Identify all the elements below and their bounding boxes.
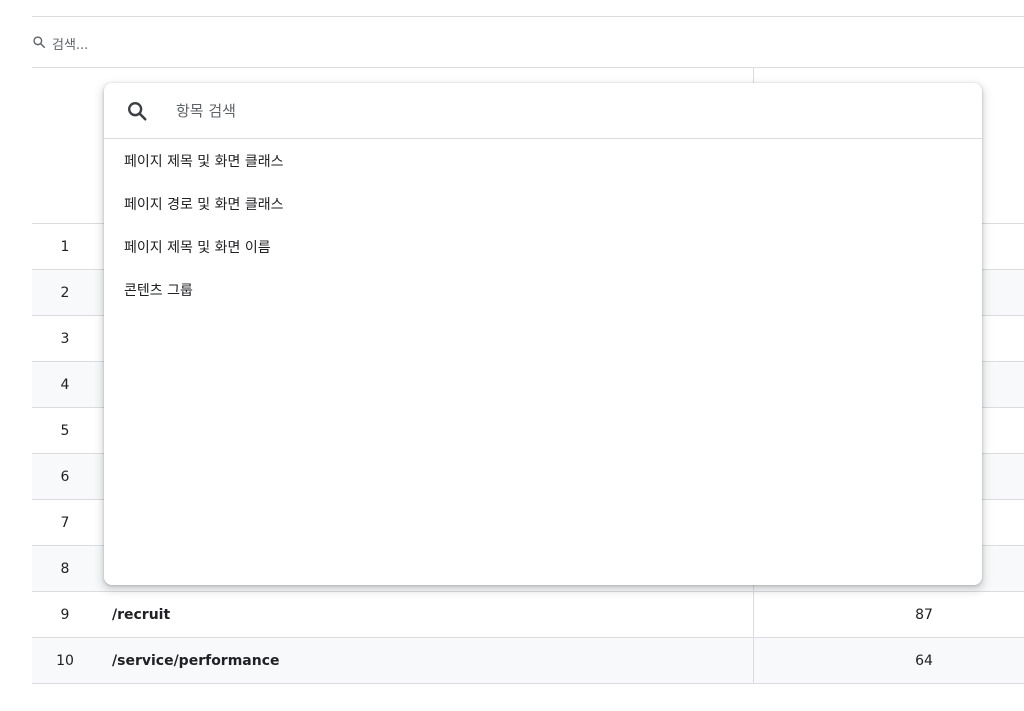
row-rank: 10	[56, 652, 74, 669]
row-rank: 7	[60, 514, 70, 531]
row-path: /service/performance	[112, 652, 280, 669]
table-row[interactable]: 10 /service/performance 64	[32, 638, 1024, 684]
dropdown-item-content-group[interactable]: 콘텐츠 그룹	[104, 270, 982, 313]
row-path: /recruit	[112, 606, 171, 623]
row-rank: 4	[60, 376, 70, 393]
row-rank: 6	[60, 468, 70, 485]
dropdown-item-page-path-screen-class[interactable]: 페이지 경로 및 화면 클래스	[104, 184, 982, 227]
dropdown-search[interactable]: 항목 검색	[104, 83, 982, 139]
row-rank: 3	[60, 330, 70, 347]
row-value: 87	[915, 606, 933, 623]
dropdown-search-input[interactable]: 항목 검색	[176, 100, 236, 121]
row-rank: 8	[60, 560, 70, 577]
dropdown-list: 페이지 제목 및 화면 클래스 페이지 경로 및 화면 클래스 페이지 제목 및…	[104, 139, 982, 313]
row-rank: 2	[60, 284, 70, 301]
row-rank: 9	[60, 606, 70, 623]
row-rank: 5	[60, 422, 70, 439]
row-rank: 1	[60, 238, 70, 255]
row-value: 64	[915, 652, 933, 669]
dropdown-item-page-title-screen-class[interactable]: 페이지 제목 및 화면 클래스	[104, 141, 982, 184]
table-search[interactable]: 검색...	[32, 28, 88, 58]
search-input[interactable]: 검색...	[52, 34, 88, 53]
search-icon	[126, 100, 148, 122]
dimension-dropdown: 항목 검색 페이지 제목 및 화면 클래스 페이지 경로 및 화면 클래스 페이…	[104, 83, 982, 585]
top-divider	[32, 16, 1024, 17]
dropdown-item-page-title-screen-name[interactable]: 페이지 제목 및 화면 이름	[104, 227, 982, 270]
table-row[interactable]: 9 /recruit 87	[32, 592, 1024, 638]
search-icon	[32, 34, 46, 53]
